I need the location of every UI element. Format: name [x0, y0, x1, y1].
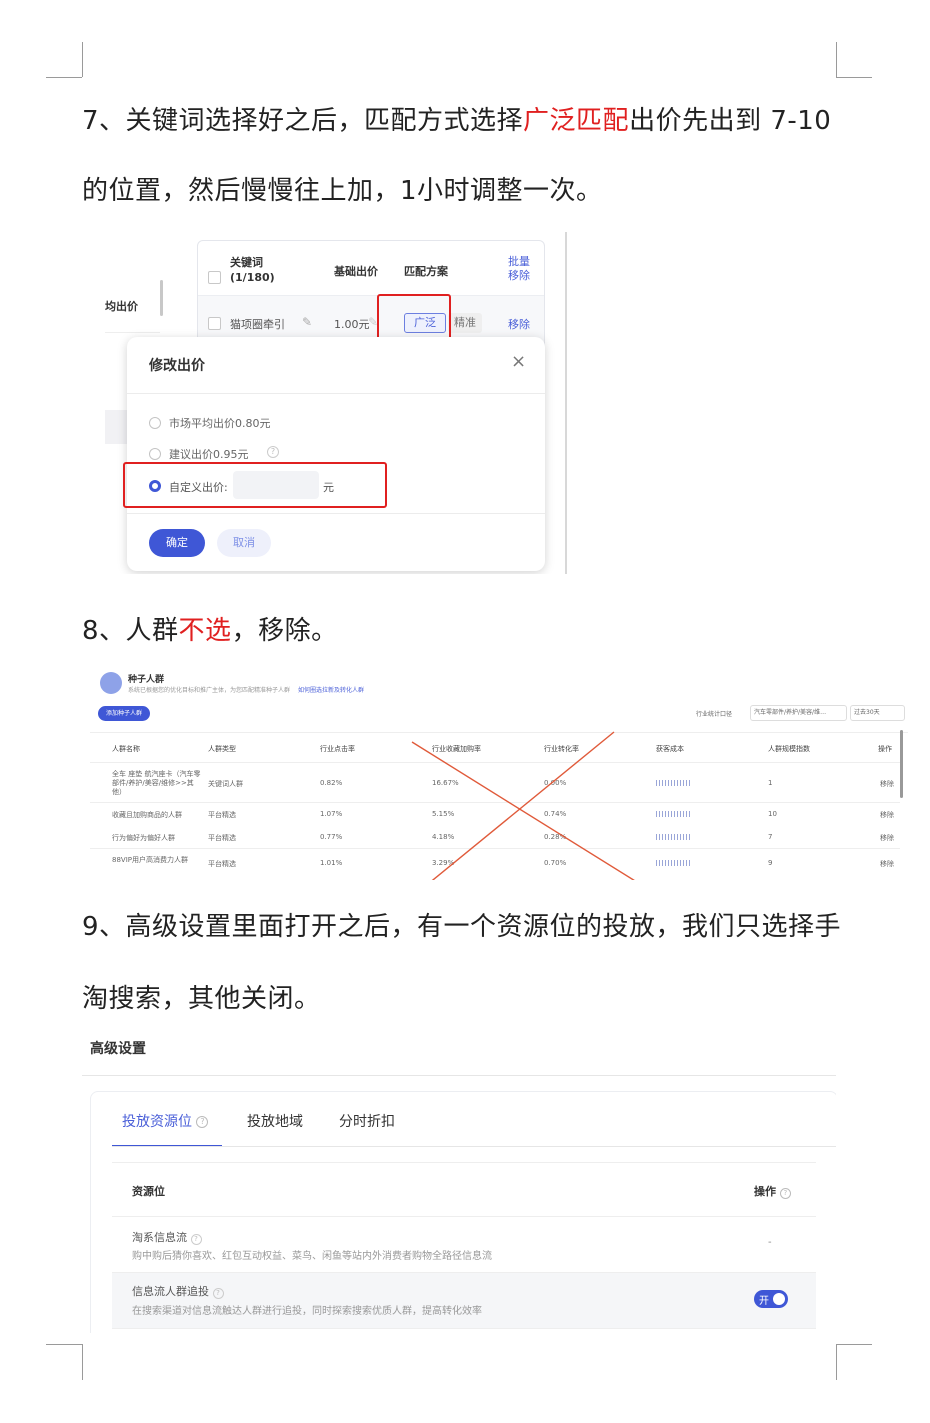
corner-mark-top-left-h	[46, 77, 82, 78]
tab-time[interactable]: 分时折扣	[339, 1111, 395, 1131]
dialog-divider	[127, 513, 545, 514]
row1-title-text: 淘系信息流	[132, 1231, 187, 1244]
step-7-line-2: 的位置，然后慢慢往上加，1小时调整一次。	[82, 176, 603, 206]
radio-suggest[interactable]	[149, 448, 161, 460]
batch-remove-link[interactable]: 批量 移除	[508, 255, 530, 283]
help-icon: ?	[267, 446, 279, 458]
col-resource: 资源位	[132, 1185, 165, 1198]
row-checkbox[interactable]	[208, 317, 221, 330]
row2-title-text: 信息流人群追投	[132, 1285, 209, 1298]
col-action-label: 操作	[754, 1185, 776, 1198]
dialog-divider	[127, 393, 545, 394]
step-7-text: 7、关键词选择好之后，匹配方式选择	[82, 106, 524, 136]
tab-divider	[112, 1146, 836, 1147]
section-divider	[82, 1075, 836, 1076]
step-7-highlight: 广泛匹配	[523, 106, 630, 136]
step-9-line-1: 9、高级设置里面打开之后，有一个资源位的投放，我们只选择手	[82, 912, 842, 942]
corner-mark-bottom-right	[836, 1344, 837, 1380]
row2-bg	[112, 1272, 816, 1329]
dialog-title: 修改出价	[149, 358, 205, 374]
corner-mark-bottom-left-h	[46, 1344, 82, 1345]
batch-remove-label-2: 移除	[508, 269, 530, 282]
corner-mark-top-right-h	[836, 77, 872, 78]
confirm-button[interactable]: 确定	[149, 529, 205, 557]
option-market: 市场平均出价0.80元	[169, 417, 271, 430]
tab-placement-label: 投放资源位	[122, 1114, 192, 1130]
row2-title: 信息流人群追投 ?	[132, 1283, 224, 1299]
tab-region[interactable]: 投放地域	[247, 1111, 303, 1131]
edit-icon[interactable]: ✎	[302, 315, 312, 329]
toggle-label: 开	[759, 1296, 769, 1307]
col-match: 匹配方案	[404, 265, 448, 278]
corner-mark-bottom-left	[82, 1344, 83, 1380]
col-keyword-label: 关键词	[230, 256, 263, 269]
keyword-bid-screenshot: 均出价 关键词 (1/180) 基础出价 匹配方案 批量 移除 猫项圈牵引 ✎ …	[105, 232, 567, 574]
row-remove-link[interactable]: 移除	[508, 316, 530, 332]
cross-out-mark	[411, 731, 635, 880]
row2-desc: 在搜索渠道对信息流触达人群进行追投，同时探索搜索优质人群，提高转化效率	[132, 1306, 482, 1317]
side-row-line	[105, 332, 160, 333]
close-icon[interactable]: ×	[511, 351, 526, 372]
col-keyword: 关键词 (1/180)	[230, 255, 275, 285]
row-line	[112, 1216, 816, 1217]
row2-toggle[interactable]: 开	[754, 1290, 788, 1308]
batch-remove-label-1: 批量	[508, 255, 530, 268]
advanced-settings-screenshot: 高级设置 投放资源位 ? 投放地域 分时折扣 资源位 操作 ? 淘系信息流 ? …	[82, 1033, 836, 1333]
help-icon: ?	[190, 1234, 202, 1245]
seed-audience-screenshot: 种子人群 系统已根据您的优化目标和推广主体，为您匹配精准种子人群 如何圈选拉新及…	[90, 662, 908, 880]
step-9-line-2: 淘搜索，其他关闭。	[82, 984, 321, 1014]
step-8-text-tail: ，移除。	[231, 616, 338, 646]
divider	[565, 232, 567, 574]
help-icon: ?	[196, 1116, 209, 1128]
radio-market[interactable]	[149, 417, 161, 429]
select-all-checkbox[interactable]	[208, 271, 221, 284]
help-icon: ?	[212, 1288, 224, 1299]
match-exact-button[interactable]: 精准	[448, 313, 482, 333]
toggle-knob	[773, 1293, 785, 1305]
side-column-label: 均出价	[105, 300, 138, 313]
row1-title: 淘系信息流 ?	[132, 1229, 202, 1245]
step-8: 8、人群不选，移除。	[82, 610, 338, 647]
side-row-line	[105, 410, 127, 444]
help-icon: ?	[779, 1188, 791, 1199]
row-bid: 1.00元	[334, 318, 370, 331]
edit-bid-dialog: 修改出价 × 市场平均出价0.80元 建议出价0.95元 ? 自定义出价: 元 …	[127, 337, 545, 571]
step-7-line-1: 7、关键词选择好之后，匹配方式选择广泛匹配出价先出到 7-10	[82, 100, 831, 137]
step-7-text-tail: 出价先出到 7-10	[629, 106, 832, 136]
option-suggest: 建议出价0.95元	[169, 448, 249, 461]
corner-mark-bottom-right-h	[836, 1344, 872, 1345]
keyword-table: 关键词 (1/180) 基础出价 匹配方案 批量 移除 猫项圈牵引 ✎ 1.00…	[197, 240, 545, 352]
row-keyword: 猫项圈牵引	[230, 318, 285, 331]
col-bid: 基础出价	[334, 265, 378, 278]
highlight-box-custom	[123, 462, 387, 508]
tab-placement[interactable]: 投放资源位 ?	[122, 1111, 209, 1131]
col-keyword-count: (1/180)	[230, 271, 275, 284]
corner-mark-top-left	[82, 42, 83, 77]
side-scrollbar[interactable]	[160, 280, 163, 316]
cancel-button[interactable]: 取消	[217, 529, 271, 557]
col-action: 操作 ?	[754, 1183, 791, 1199]
row1-desc: 购中购后猜你喜欢、红包互动权益、菜鸟、闲鱼等站内外消费者购物全路径信息流	[132, 1251, 492, 1262]
step-8-highlight: 不选	[178, 616, 232, 646]
row1-action: -	[768, 1237, 772, 1248]
advanced-settings-title: 高级设置	[90, 1041, 146, 1057]
corner-mark-top-right	[836, 42, 837, 77]
step-8-text: 8、人群	[82, 616, 179, 646]
